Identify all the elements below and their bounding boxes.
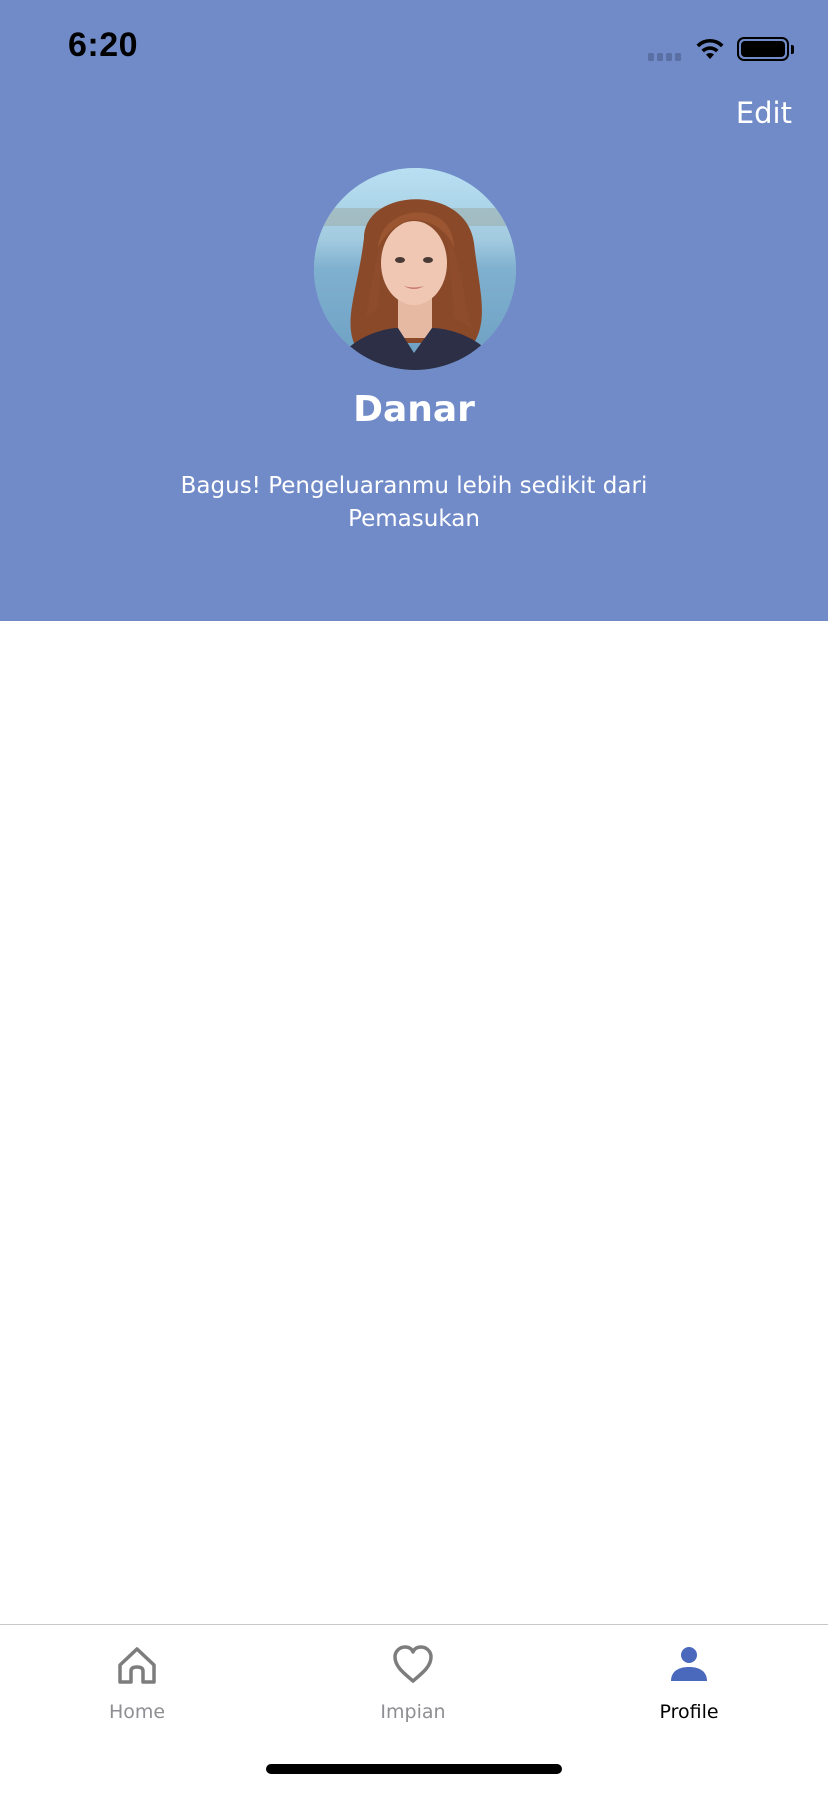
heart-icon (393, 1645, 433, 1683)
home-indicator[interactable] (266, 1764, 562, 1774)
avatar (314, 168, 516, 370)
battery-icon (737, 37, 789, 61)
tab-impian[interactable]: Impian (323, 1643, 503, 1723)
tab-profile-label: Profile (659, 1701, 719, 1723)
status-icons (648, 34, 794, 64)
user-name: Danar (353, 389, 475, 430)
status-time: 6:20 (68, 26, 139, 64)
battery-tip (791, 44, 794, 54)
balance-summary-text: Bagus! Pengeluaranmu lebih sedikit dari … (180, 473, 648, 532)
tab-home[interactable]: Home (47, 1643, 227, 1723)
tab-profile[interactable]: Profile (599, 1643, 779, 1723)
wifi-icon (696, 38, 724, 59)
cellular-signal-icon (648, 37, 681, 61)
edit-button[interactable]: Edit (736, 96, 792, 130)
tab-home-label: Home (108, 1701, 166, 1723)
profile-header: 6:20 Edit Danar Bagus! Pengeluaranmu leb… (0, 0, 828, 621)
tab-impian-label: Impian (380, 1701, 446, 1723)
person-icon (671, 1647, 707, 1681)
avatar-image (314, 168, 516, 370)
home-icon (118, 1647, 156, 1684)
